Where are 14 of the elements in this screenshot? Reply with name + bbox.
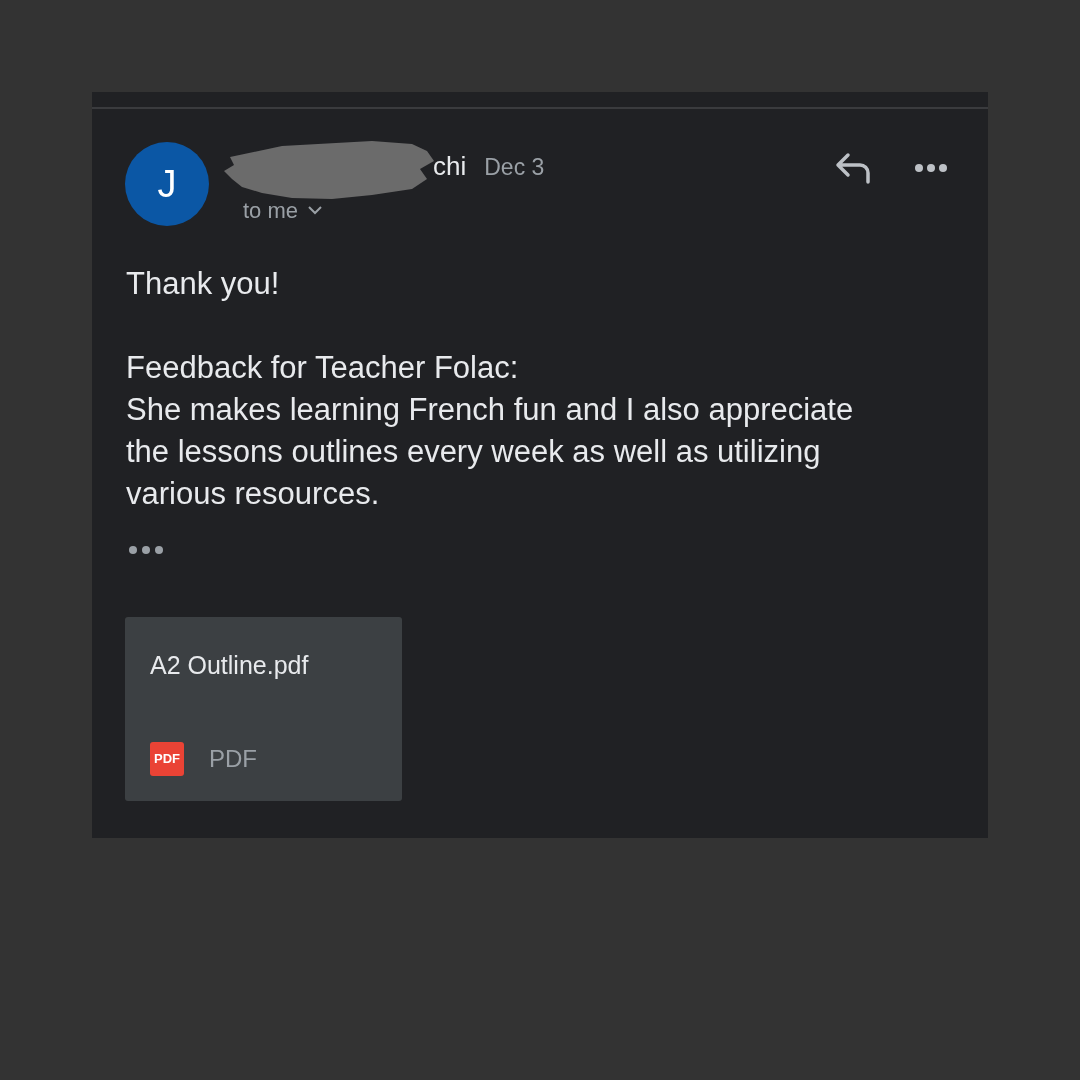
date: Dec 3 — [484, 153, 545, 182]
greeting-text: Thank you! — [126, 265, 281, 303]
pdf-icon: PDF — [150, 742, 184, 776]
attachment-card[interactable]: A2 Outline.pdf PDF PDF — [125, 617, 402, 801]
recipient-label: to me — [243, 197, 299, 225]
avatar: J — [125, 142, 209, 226]
sender-name: chi — [433, 150, 467, 183]
more-options-icon[interactable] — [914, 163, 948, 173]
feedback-text: She makes learning French fun and I also appreciate the lessons outlines every week as well as utilizing various resources. — [126, 391, 855, 513]
attachment-name: A2 Outline.pdf — [150, 650, 310, 681]
show-trimmed-content-icon[interactable] — [128, 545, 164, 555]
feedback-heading: Feedback for Teacher Folac: — [126, 349, 520, 387]
chevron-down-icon[interactable] — [308, 206, 323, 215]
file-type-label: PDF — [209, 744, 257, 774]
